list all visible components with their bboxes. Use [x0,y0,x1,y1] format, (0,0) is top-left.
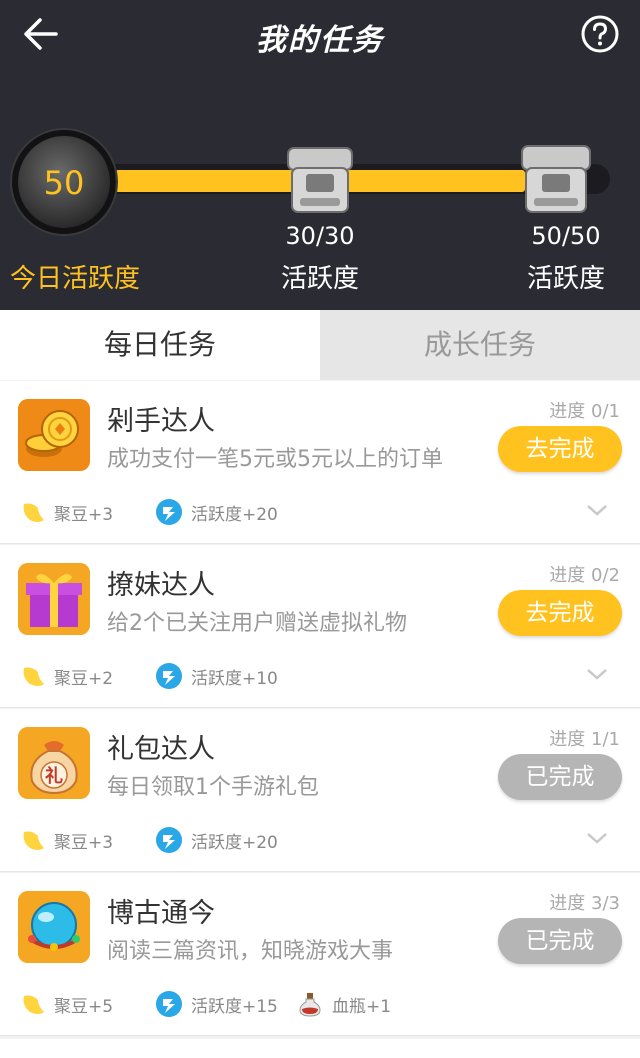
bean-icon [23,995,44,1014]
reward-text: 活跃度+15 [191,996,278,1017]
header: 我的任务 50 今日活跃度 30/30 活跃度 50/50 活跃度 [0,0,640,310]
chest-icon[interactable] [282,140,358,220]
chest-icon[interactable] [518,140,594,220]
reward-item: 活跃度+15 [155,987,278,1021]
reward-item: 血瓶+1 [296,987,391,1021]
reward-item: 聚豆+2 [18,659,113,693]
bean-icon [23,667,44,686]
task-name: 礼包达人 [107,734,215,765]
gift-box-icon [18,563,90,635]
bean-icon [23,831,44,850]
task-item[interactable]: 礼 礼包达人 每日领取1个手游礼包 进度 1/1 已完成 聚豆+3 活跃度+20 [0,709,640,872]
coins-icon [18,399,90,471]
reward-text: 血瓶+1 [332,996,392,1017]
milestone-label: 活跃度 [280,264,359,294]
tab-daily-tasks[interactable]: 每日任务 [0,310,320,380]
reward-text: 聚豆+2 [54,668,114,689]
reward-text: 聚豆+3 [54,832,114,853]
top-bar: 我的任务 [0,0,640,70]
reward-text: 活跃度+10 [191,668,278,689]
activity-icon [156,991,182,1017]
task-progress: 进度 0/1 [549,401,620,422]
reward-text: 聚豆+3 [54,504,114,525]
activity-progress: 50 今日活跃度 30/30 活跃度 50/50 活跃度 [0,120,640,300]
task-desc: 给2个已关注用户赠送虚拟礼物 [107,611,407,636]
task-desc: 每日领取1个手游礼包 [107,775,319,800]
task-progress: 进度 1/1 [549,729,620,750]
task-progress: 进度 3/3 [549,893,620,914]
activity-icon [156,663,182,689]
chevron-down-icon[interactable] [586,831,608,845]
page-title: 我的任务 [256,23,384,58]
completed-button[interactable]: 已完成 [498,754,622,800]
bean-icon [23,503,44,522]
tab-growth-tasks[interactable]: 成长任务 [320,310,640,380]
chevron-down-icon[interactable] [586,503,608,517]
task-name: 博古通今 [107,898,215,929]
task-tabs: 每日任务 成长任务 [0,310,640,380]
completed-button[interactable]: 已完成 [498,918,622,964]
today-activity-label: 今日活跃度 [10,264,141,294]
potion-icon [299,993,321,1017]
reward-text: 活跃度+20 [191,504,278,525]
reward-text: 聚豆+5 [54,996,114,1017]
go-complete-button[interactable]: 去完成 [498,590,622,636]
chevron-down-icon[interactable] [586,667,608,681]
today-activity-value: 50 [43,164,85,202]
go-complete-button[interactable]: 去完成 [498,426,622,472]
task-name: 剁手达人 [107,406,215,437]
task-progress: 进度 0/2 [549,565,620,586]
milestone-count: 30/30 [285,222,355,250]
reward-item: 活跃度+10 [155,659,278,693]
task-desc: 成功支付一笔5元或5元以上的订单 [107,447,443,472]
task-item[interactable]: 剁手达人 成功支付一笔5元或5元以上的订单 进度 0/1 去完成 聚豆+3 活跃… [0,381,640,544]
next-task-item-partial [0,1039,640,1058]
task-desc: 阅读三篇资讯，知晓游戏大事 [107,939,394,964]
crystal-ball-icon [18,891,90,963]
task-name: 撩妹达人 [107,570,215,601]
reward-text: 活跃度+20 [191,832,278,853]
activity-icon [156,499,182,525]
gift-bag-char: 礼 [45,765,63,787]
help-circle-icon[interactable] [580,14,620,54]
task-item[interactable]: 博古通今 阅读三篇资讯，知晓游戏大事 进度 3/3 已完成 聚豆+5 活跃度+1… [0,873,640,1036]
gift-bag-icon: 礼 [18,727,90,799]
reward-item: 活跃度+20 [155,495,278,529]
reward-item: 聚豆+5 [18,987,113,1021]
milestone-label: 活跃度 [526,264,605,294]
task-item[interactable]: 撩妹达人 给2个已关注用户赠送虚拟礼物 进度 0/2 去完成 聚豆+2 活跃度+… [0,545,640,708]
reward-item: 聚豆+3 [18,823,113,857]
reward-item: 活跃度+20 [155,823,278,857]
reward-item: 聚豆+3 [18,495,113,529]
today-activity-badge: 50 [12,130,116,234]
activity-icon [156,827,182,853]
milestone-count: 50/50 [531,222,601,250]
